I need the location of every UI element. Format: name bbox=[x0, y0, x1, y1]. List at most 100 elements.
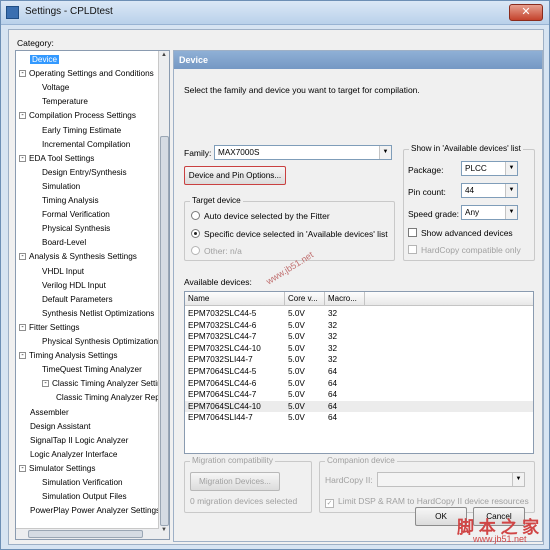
scroll-thumb[interactable] bbox=[160, 136, 169, 526]
table-row[interactable]: EPM7064SLC44-6 5.0V 64 bbox=[185, 378, 533, 390]
macrocells-cell: 32 bbox=[328, 343, 338, 353]
tree-item[interactable]: Synthesis Netlist Optimizations bbox=[42, 307, 154, 320]
chevron-down-icon[interactable]: ▼ bbox=[379, 146, 391, 159]
device-name-cell: EPM7032SLC44-7 bbox=[188, 332, 257, 342]
tree-item[interactable]: Early Timing Estimate bbox=[42, 124, 121, 137]
tree-item[interactable]: Default Parameters bbox=[42, 293, 113, 306]
tree-item[interactable]: Physical Synthesis Optimizations bbox=[42, 335, 162, 348]
pin-count-select[interactable]: 44 ▼ bbox=[461, 183, 518, 198]
tree-item[interactable]: - Simulator Settings bbox=[19, 462, 95, 475]
macrocells-cell: 64 bbox=[328, 390, 338, 400]
family-select[interactable]: MAX7000S ▼ bbox=[214, 145, 392, 160]
tree-item[interactable]: Assembler bbox=[19, 406, 69, 419]
speed-grade-value: Any bbox=[465, 208, 480, 217]
collapse-toggle-icon[interactable]: - bbox=[19, 70, 26, 78]
tree-item[interactable]: Timing Analysis bbox=[42, 194, 99, 207]
table-row[interactable]: EPM7032SLC44-6 5.0V 32 bbox=[185, 320, 533, 332]
tree-item[interactable]: Physical Synthesis bbox=[42, 222, 110, 235]
title-bar[interactable]: Settings - CPLDtest ✕ bbox=[1, 1, 549, 25]
tree-item[interactable]: - Fitter Settings bbox=[19, 321, 80, 334]
category-tree[interactable]: Device - Operating Settings and Conditions… bbox=[15, 50, 170, 540]
tree-item[interactable]: Voltage bbox=[42, 81, 69, 94]
tree-item[interactable]: - Compilation Process Settings bbox=[19, 109, 136, 122]
tree-item-label: Synthesis Netlist Optimizations bbox=[42, 308, 155, 318]
tree-item[interactable]: - Timing Analysis Settings bbox=[19, 349, 117, 362]
tree-item[interactable]: Board-Level bbox=[42, 236, 86, 249]
device-name-cell: EPM7032SLC44-5 bbox=[188, 309, 257, 318]
companion-title: Companion device bbox=[325, 456, 397, 465]
package-select[interactable]: PLCC ▼ bbox=[461, 161, 518, 176]
tree-item[interactable]: Device bbox=[19, 53, 60, 66]
hscroll-thumb[interactable] bbox=[28, 530, 143, 538]
core-voltage-cell: 5.0V bbox=[288, 401, 305, 411]
tree-item[interactable]: Temperature bbox=[42, 95, 88, 108]
collapse-toggle-icon[interactable]: - bbox=[19, 112, 26, 120]
tree-item[interactable]: Classic Timing Analyzer Reports bbox=[56, 391, 169, 404]
collapse-toggle-icon[interactable]: - bbox=[19, 352, 26, 360]
collapse-toggle-icon[interactable]: - bbox=[19, 253, 26, 261]
collapse-toggle-icon[interactable]: - bbox=[19, 154, 26, 162]
tree-item[interactable]: Incremental Compilation bbox=[42, 138, 130, 151]
tree-item[interactable]: - Classic Timing Analyzer Settings bbox=[42, 377, 169, 390]
scroll-down-icon[interactable]: ▼ bbox=[159, 527, 169, 538]
specific-device-radio[interactable]: Specific device selected in 'Available d… bbox=[191, 229, 388, 239]
checkmark-icon: ✓ bbox=[325, 499, 334, 508]
tree-item-label: SignalTap II Logic Analyzer bbox=[30, 435, 129, 445]
tree-item[interactable]: - EDA Tool Settings bbox=[19, 152, 94, 165]
chevron-down-icon[interactable]: ▼ bbox=[505, 206, 517, 219]
column-macrocells[interactable]: Macro... bbox=[325, 292, 365, 306]
tree-horizontal-scrollbar[interactable] bbox=[16, 528, 159, 539]
advanced-devices-checkbox[interactable]: Show advanced devices bbox=[408, 228, 513, 238]
collapse-toggle-icon[interactable]: - bbox=[19, 464, 26, 472]
device-name-cell: EPM7064SLC44-10 bbox=[188, 401, 261, 411]
table-row[interactable]: EPM7032SLC44-5 5.0V 32 bbox=[185, 308, 533, 320]
scroll-up-icon[interactable]: ▲ bbox=[159, 52, 169, 63]
collapse-toggle-icon[interactable]: - bbox=[19, 323, 26, 331]
radio-icon bbox=[191, 246, 200, 255]
tree-item[interactable]: SignalTap II Logic Analyzer bbox=[19, 434, 128, 447]
tree-item[interactable]: Logic Analyzer Interface bbox=[19, 448, 117, 461]
tree-item[interactable]: Formal Verification bbox=[42, 208, 110, 221]
core-voltage-cell: 5.0V bbox=[288, 309, 305, 318]
tree-item[interactable]: VHDL Input bbox=[42, 265, 84, 278]
tree-item[interactable]: Simulation Verification bbox=[42, 476, 123, 489]
tree-item[interactable]: Design Entry/Synthesis bbox=[42, 166, 127, 179]
table-row[interactable]: EPM7032SLI44-7 5.0V 32 bbox=[185, 354, 533, 366]
tree-item[interactable]: - Operating Settings and Conditions bbox=[19, 67, 154, 80]
tree-item[interactable]: PowerPlay Power Analyzer Settings bbox=[19, 504, 160, 517]
radio-selected-icon[interactable] bbox=[191, 229, 200, 238]
chevron-down-icon[interactable]: ▼ bbox=[505, 184, 517, 197]
category-label: Category: bbox=[17, 38, 54, 48]
table-row[interactable]: EPM7032SLC44-7 5.0V 32 bbox=[185, 331, 533, 343]
radio-icon[interactable] bbox=[191, 211, 200, 220]
tree-item[interactable]: - Analysis & Synthesis Settings bbox=[19, 250, 137, 263]
collapse-toggle-icon[interactable]: - bbox=[42, 380, 49, 388]
table-row[interactable]: EPM7064SLC44-7 5.0V 64 bbox=[185, 389, 533, 401]
tree-item[interactable]: TimeQuest Timing Analyzer bbox=[42, 363, 142, 376]
tree-vertical-scrollbar[interactable]: ▲ ▼ bbox=[158, 51, 169, 539]
table-row[interactable]: EPM7032SLC44-10 5.0V 32 bbox=[185, 343, 533, 355]
tree-item-label: Voltage bbox=[42, 83, 70, 93]
table-row[interactable]: EPM7064SLI44-7 5.0V 64 bbox=[185, 412, 533, 424]
table-row[interactable]: EPM7064SLC44-10 5.0V 64 bbox=[185, 400, 533, 413]
chevron-down-icon[interactable]: ▼ bbox=[505, 162, 517, 175]
table-row[interactable]: EPM7064SLC44-5 5.0V 64 bbox=[185, 366, 533, 378]
close-button[interactable]: ✕ bbox=[509, 4, 543, 21]
device-pin-options-button[interactable]: Device and Pin Options... bbox=[184, 166, 286, 185]
tree-item[interactable]: Simulation bbox=[42, 180, 80, 193]
available-devices-list[interactable]: Name Core v... Macro... EPM7032SLC44-5 5.… bbox=[184, 291, 534, 454]
tree-item-label: Board-Level bbox=[42, 238, 87, 248]
tree-item[interactable]: Verilog HDL Input bbox=[42, 279, 106, 292]
tree-item-label: Simulator Settings bbox=[29, 463, 96, 473]
speed-grade-select[interactable]: Any ▼ bbox=[461, 205, 518, 220]
core-voltage-cell: 5.0V bbox=[288, 390, 305, 400]
checkbox-icon bbox=[408, 245, 417, 254]
column-name[interactable]: Name bbox=[185, 292, 285, 306]
checkbox-icon[interactable] bbox=[408, 228, 417, 237]
tree-item[interactable]: Design Assistant bbox=[19, 420, 91, 433]
column-core-voltage[interactable]: Core v... bbox=[285, 292, 325, 306]
other-device-label: Other: n/a bbox=[204, 246, 242, 256]
family-value: MAX7000S bbox=[218, 148, 260, 157]
auto-device-radio[interactable]: Auto device selected by the Fitter bbox=[191, 211, 330, 221]
tree-item[interactable]: Simulation Output Files bbox=[42, 490, 127, 503]
